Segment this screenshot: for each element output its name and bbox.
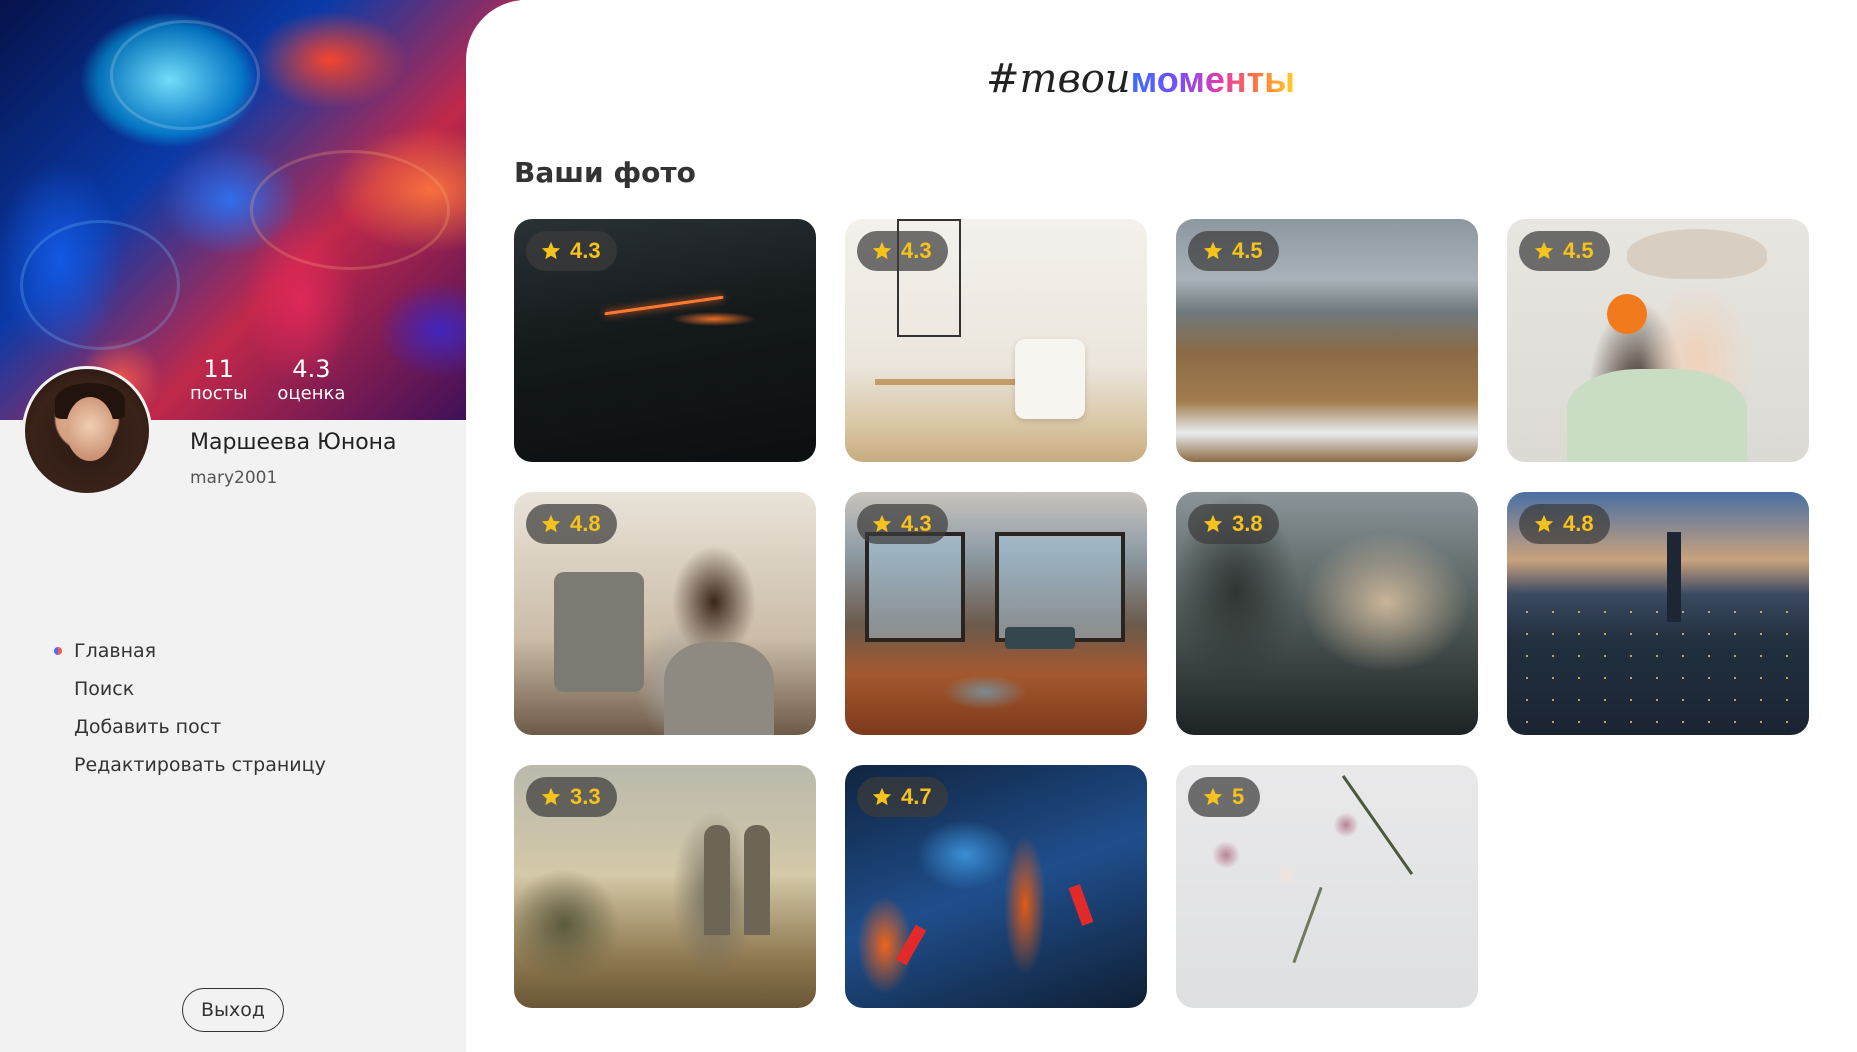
rating-value: 3.8 [1232,511,1263,536]
logo: #твои моменты [986,56,1295,106]
rating-value: 4.3 [570,238,601,263]
photo-card[interactable]: 3.3 [514,765,816,1008]
nav-item-add-post[interactable]: Добавить пост [52,714,326,752]
rating-value: 4.8 [570,511,601,536]
rating-value: 4.8 [1563,511,1594,536]
star-icon [1203,787,1223,806]
photo-card[interactable]: 4.8 [1507,492,1809,735]
star-icon [872,787,892,806]
rating-badge: 3.3 [526,777,617,817]
rating-value: 4.5 [1232,238,1263,263]
star-icon [541,514,561,533]
nav-menu: Главная Поиск Добавить пост Редактироват… [52,638,326,790]
rating-value: 4.5 [1563,238,1594,263]
star-icon [541,787,561,806]
rating-badge: 3.8 [1188,504,1279,544]
rating-value: 4.3 [901,511,932,536]
rating-badge: 4.3 [526,231,617,271]
star-icon [872,241,892,260]
rating-stat: 4.3 оценка [277,356,345,406]
rating-badge: 4.5 [1188,231,1279,271]
section-title: Ваши фото [514,156,696,189]
logo-hash-text: #твои [986,56,1131,102]
main-content: #твои моменты Ваши фото 4.3 4.3 4.5 4.5 … [466,0,1857,1052]
nav-item-home[interactable]: Главная [52,638,326,676]
photo-card[interactable]: 5 [1176,765,1478,1008]
profile-stats: 11 посты 4.3 оценка [190,356,345,406]
rating-value: 4.7 [901,784,932,809]
rating-badge: 4.5 [1519,231,1610,271]
user-name: Маршеева Юнона [190,430,397,455]
posts-stat: 11 посты [190,356,247,406]
rating-value: 5 [1232,784,1245,809]
active-indicator-icon [54,647,62,655]
rating-label: оценка [277,383,346,404]
rating-badge: 4.8 [1519,504,1610,544]
posts-label: посты [190,383,248,404]
photo-card[interactable]: 4.3 [514,219,816,462]
posts-count: 11 [203,355,234,383]
app: 11 посты 4.3 оценка Маршеева Юнона mary2… [0,0,1857,1052]
rating-value: 4.3 [292,355,331,383]
photo-card[interactable]: 3.8 [1176,492,1478,735]
sidebar: 11 посты 4.3 оценка Маршеева Юнона mary2… [0,0,520,1052]
photo-card[interactable]: 4.3 [845,492,1147,735]
photo-grid: 4.3 4.3 4.5 4.5 4.8 4.3 3.8 4.8 3.3 4.7 … [514,219,1810,1011]
star-icon [1203,241,1223,260]
logo-colored-text: моменты [1130,59,1296,100]
user-login: mary2001 [190,468,278,488]
rating-value: 4.3 [901,238,932,263]
avatar[interactable] [22,366,152,496]
nav-item-label: Поиск [74,678,135,700]
photo-card[interactable]: 4.8 [514,492,816,735]
star-icon [872,514,892,533]
rating-badge: 4.3 [857,504,948,544]
rating-value: 3.3 [570,784,601,809]
photo-card[interactable]: 4.5 [1176,219,1478,462]
photo-card[interactable]: 4.3 [845,219,1147,462]
rating-badge: 4.7 [857,777,948,817]
logout-button[interactable]: Выход [182,988,284,1032]
nav-item-edit-page[interactable]: Редактировать страницу [52,752,326,790]
rating-badge: 4.8 [526,504,617,544]
star-icon [1203,514,1223,533]
nav-item-label: Добавить пост [74,716,222,738]
profile-cover-image: 11 посты 4.3 оценка [0,0,520,420]
star-icon [1534,241,1554,260]
rating-badge: 5 [1188,777,1261,817]
star-icon [1534,514,1554,533]
photo-card[interactable]: 4.7 [845,765,1147,1008]
rating-badge: 4.3 [857,231,948,271]
photo-card[interactable]: 4.5 [1507,219,1809,462]
nav-item-label: Редактировать страницу [74,754,326,776]
nav-item-search[interactable]: Поиск [52,676,326,714]
nav-item-label: Главная [74,640,157,662]
star-icon [541,241,561,260]
